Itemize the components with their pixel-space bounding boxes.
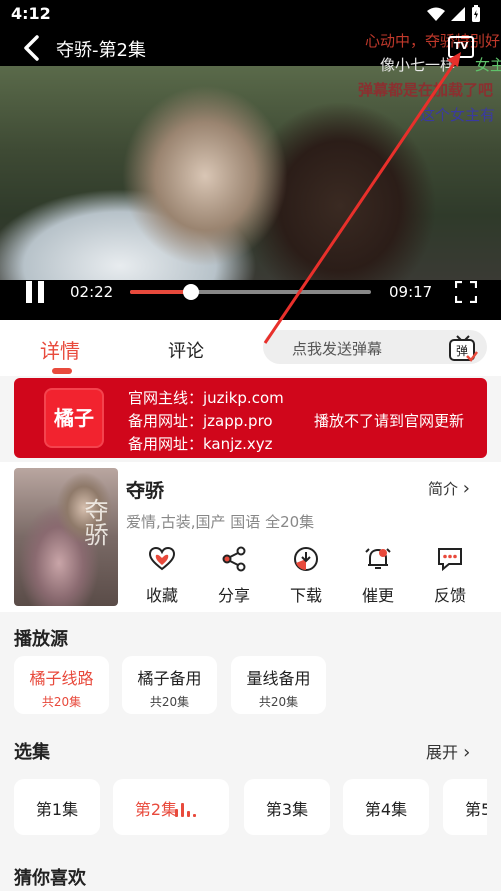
- source-card[interactable]: 橘子备用 共20集: [122, 656, 217, 714]
- current-time: 02:22: [70, 283, 114, 301]
- download-button[interactable]: 下载: [278, 546, 334, 606]
- source-count: 共20集: [41, 695, 82, 709]
- bell-icon: [365, 548, 391, 569]
- status-icons: [427, 5, 481, 23]
- episode-card[interactable]: 第1集: [14, 779, 100, 835]
- tab-indicator: [52, 368, 72, 374]
- episode-title: 夺骄-第2集: [56, 40, 146, 61]
- intro-button[interactable]: 简介 ›: [428, 478, 470, 499]
- episode-card[interactable]: 第5集: [443, 779, 487, 835]
- expand-button[interactable]: 展开 ›: [426, 739, 470, 763]
- episode-card[interactable]: 第4集: [343, 779, 429, 835]
- action-label: 分享: [217, 586, 250, 605]
- favorite-button[interactable]: 收藏: [134, 546, 190, 606]
- danmaku-comment: 像小七一样: [380, 56, 456, 74]
- banner-note: 播放不了请到官网更新: [314, 412, 465, 430]
- source-count: 共20集: [258, 695, 299, 709]
- banner-url-line: 备用网址：kanjz.xyz: [128, 435, 273, 453]
- danmaku-comment: 这个女主有: [420, 106, 496, 124]
- show-info: 夺骄 夺骄 简介 › 爱情,古装,国产 国语 全20集 收藏 分享 下载 催更: [0, 462, 501, 612]
- action-label: 下载: [289, 586, 322, 605]
- danmaku-comment: 心动中，夺骄特别好: [365, 32, 501, 50]
- download-icon: [294, 547, 318, 571]
- action-row: 收藏 分享 下载 催更 反馈: [126, 546, 501, 606]
- progress-fill: [130, 290, 192, 294]
- banner-url-line: 备用网址：jzapp.pro: [128, 412, 273, 430]
- banner-url-line: 官网主线：juzikp.com: [128, 389, 284, 407]
- cast-tv-icon[interactable]: TV: [448, 36, 474, 58]
- episode-label: 第4集: [364, 800, 408, 819]
- tab-bar: 详情 评论 点我发送弹幕: [0, 320, 501, 376]
- show-name: 夺骄: [126, 480, 165, 502]
- recommend-section-title: 猜你喜欢: [14, 868, 86, 889]
- source-card[interactable]: 橘子线路 共20集: [14, 656, 109, 714]
- app-logo: 橘子: [44, 388, 104, 448]
- signal-icon: [451, 7, 465, 21]
- action-label: 收藏: [145, 586, 178, 605]
- source-card[interactable]: 量线备用 共20集: [231, 656, 326, 714]
- player-controls: 02:22 09:17: [0, 270, 501, 314]
- wifi-icon: [427, 7, 445, 21]
- danmaku-comment: 弹幕都是在加载了吧: [358, 81, 494, 99]
- danmaku-comment: 女主: [475, 56, 501, 74]
- feedback-icon: [438, 548, 462, 572]
- source-count: 共20集: [149, 695, 190, 709]
- source-name: 橘子线路: [29, 669, 94, 688]
- action-label: 催更: [361, 586, 394, 605]
- danmaku-toggle-icon[interactable]: 弹: [448, 334, 478, 364]
- episode-label: 第1集: [35, 800, 79, 819]
- video-player[interactable]: 4:12 夺骄-第2集 心动中，夺骄特别好 像小七一样 女主 弹幕都是在加载了吧…: [0, 0, 501, 320]
- expand-label: 展开: [426, 743, 459, 762]
- source-name: 橘子备用: [137, 669, 202, 688]
- progress-bar[interactable]: [130, 290, 371, 294]
- danmaku-input-placeholder: 点我发送弹幕: [292, 340, 383, 358]
- show-tags: 爱情,古装,国产 国语 全20集: [126, 513, 315, 531]
- share-icon: [222, 546, 246, 572]
- episode-label: 第5集: [465, 800, 487, 819]
- episode-card[interactable]: 第3集: [244, 779, 330, 835]
- heart-icon: [149, 546, 175, 571]
- poster-title: 夺骄: [80, 498, 108, 546]
- episode-label: 第3集: [265, 800, 309, 819]
- share-button[interactable]: 分享: [206, 546, 262, 606]
- app-root: 4:12 夺骄-第2集 心动中，夺骄特别好 像小七一样 女主 弹幕都是在加载了吧…: [0, 0, 501, 891]
- action-label: 反馈: [433, 586, 466, 605]
- feedback-button[interactable]: 反馈: [422, 546, 478, 606]
- chevron-right-icon: ›: [462, 478, 470, 499]
- intro-label: 简介: [428, 480, 459, 498]
- episode-section-title: 选集: [14, 742, 50, 763]
- show-poster[interactable]: 夺骄: [14, 468, 118, 606]
- status-time: 4:12: [11, 4, 51, 23]
- tab-detail[interactable]: 详情: [40, 335, 80, 364]
- chevron-right-icon: ›: [463, 742, 471, 763]
- remind-update-button[interactable]: 催更: [350, 546, 406, 606]
- episode-label: 第2集: [134, 800, 178, 819]
- back-arrow-icon[interactable]: [20, 34, 44, 62]
- progress-thumb[interactable]: [183, 284, 200, 300]
- pause-icon[interactable]: [24, 281, 46, 303]
- playing-indicator-icon: [175, 803, 199, 817]
- promo-banner[interactable]: 橘子 官网主线：juzikp.com 备用网址：jzapp.pro 备用网址：k…: [14, 378, 487, 458]
- status-bar: 4:12: [0, 0, 501, 28]
- fullscreen-icon[interactable]: [455, 281, 477, 303]
- tab-comments[interactable]: 评论: [168, 337, 204, 363]
- duration: 09:17: [389, 283, 433, 301]
- svg-text:弹: 弹: [456, 344, 468, 358]
- source-name: 量线备用: [246, 669, 311, 688]
- battery-icon: [472, 5, 480, 22]
- source-section-title: 播放源: [14, 629, 68, 650]
- episode-card[interactable]: 第2集: [113, 779, 229, 835]
